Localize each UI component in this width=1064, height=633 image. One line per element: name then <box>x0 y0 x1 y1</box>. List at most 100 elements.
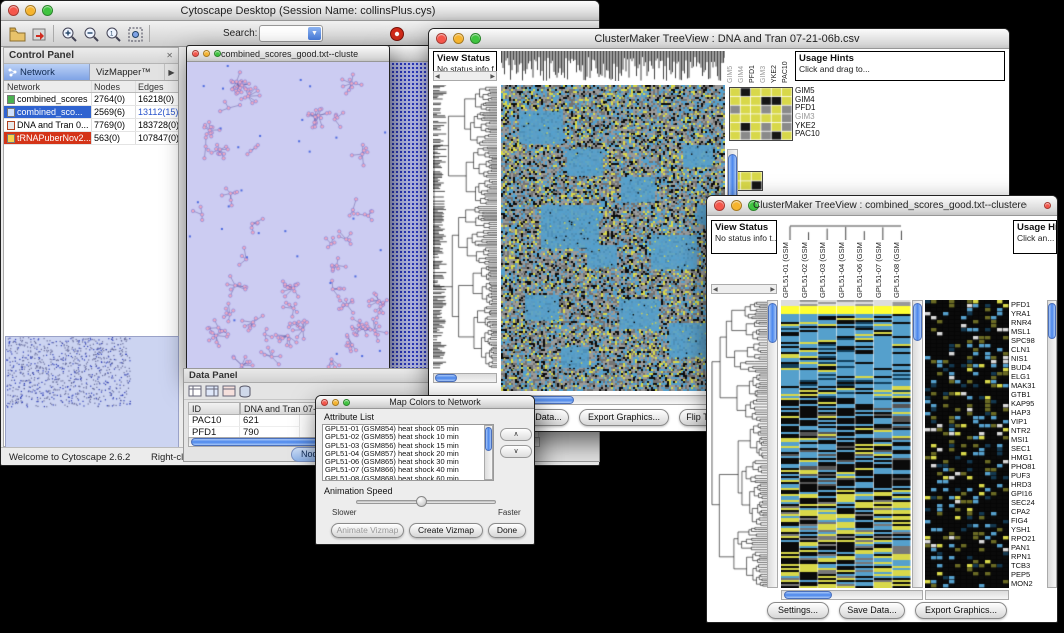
id-column-header[interactable]: ID <box>188 402 240 415</box>
annotation-icon[interactable] <box>387 24 407 44</box>
gene-label[interactable]: RPO21 <box>1011 534 1045 543</box>
gene-label[interactable]: YSH1 <box>1011 525 1045 534</box>
column-dendrogram[interactable] <box>781 220 911 240</box>
treeview1-titlebar[interactable]: ClusterMaker TreeView : DNA and Tran 07-… <box>429 29 1009 49</box>
minimize-button[interactable] <box>731 200 742 211</box>
close-button[interactable] <box>321 399 328 406</box>
export-graphics-button[interactable]: Export Graphics... <box>579 409 669 426</box>
gene-label[interactable]: BUD4 <box>1011 363 1045 372</box>
column-dendrogram[interactable] <box>501 51 725 81</box>
done-button[interactable]: Done <box>488 523 526 538</box>
attribute-db-icon[interactable] <box>239 385 251 398</box>
gene-label[interactable]: MSL1 <box>1011 327 1045 336</box>
network-row[interactable]: combined_sco... 2569(6) 13112(15) <box>4 106 178 119</box>
scroll-left-icon[interactable]: ◀ <box>713 286 718 293</box>
combo-arrow-icon[interactable]: ▼ <box>308 27 321 40</box>
scroll-thumb[interactable] <box>913 303 922 341</box>
gene-label[interactable]: PHO81 <box>1011 462 1045 471</box>
heatmap-vscrollbar[interactable] <box>912 300 923 588</box>
view-status-scrollbar[interactable]: ◀ ▶ <box>433 71 497 81</box>
gene-label[interactable]: PAN1 <box>1011 543 1045 552</box>
gene-label[interactable]: PAC10 <box>795 130 835 139</box>
gene-label[interactable]: GTB1 <box>1011 390 1045 399</box>
scroll-thumb[interactable] <box>435 374 457 382</box>
scroll-right-icon[interactable]: ▶ <box>490 73 495 80</box>
gene-label[interactable]: FIG4 <box>1011 516 1045 525</box>
close-icon[interactable]: ✕ <box>166 51 173 60</box>
scroll-thumb[interactable] <box>1048 303 1056 339</box>
gene-label[interactable]: MSI1 <box>1011 435 1045 444</box>
tab-vizmapper[interactable]: VizMapper™ <box>90 64 164 80</box>
minimize-button[interactable] <box>332 399 339 406</box>
view-status-scrollbar[interactable]: ◀ ▶ <box>711 284 777 294</box>
settings-button[interactable]: Settings... <box>767 602 829 619</box>
zoom-heatmap[interactable] <box>729 87 793 141</box>
open-folder-icon[interactable] <box>7 24 27 44</box>
gene-label[interactable]: SEC1 <box>1011 444 1045 453</box>
gene-label[interactable]: CLN1 <box>1011 345 1045 354</box>
scroll-thumb[interactable] <box>768 303 777 343</box>
main-heatmap[interactable] <box>501 85 725 391</box>
export-graphics-button[interactable]: Export Graphics... <box>915 602 1007 619</box>
heatmap-hscrollbar[interactable] <box>781 590 923 600</box>
attribute-select-icon[interactable] <box>188 385 202 397</box>
gene-dendrogram[interactable] <box>711 300 767 588</box>
network-row[interactable]: DNA and Tran 0... 7769(0) 183728(0) <box>4 119 178 132</box>
gene-label[interactable]: HMG1 <box>1011 453 1045 462</box>
main-titlebar[interactable]: Cytoscape Desktop (Session Name: collins… <box>1 1 599 21</box>
close-button[interactable] <box>714 200 725 211</box>
gene-label[interactable]: MON2 <box>1011 579 1045 588</box>
list-vscrollbar[interactable] <box>484 425 493 480</box>
animate-vizmap-button[interactable]: Animate Vizmap <box>331 523 404 538</box>
zoom-actual-icon[interactable]: 1 <box>103 24 123 44</box>
attribute-create-icon[interactable] <box>205 385 219 397</box>
search-input[interactable]: ▼ <box>259 25 323 42</box>
dendrogram-hscrollbar[interactable] <box>433 373 497 383</box>
gene-label[interactable]: NTR2 <box>1011 426 1045 435</box>
header-nodes[interactable]: Nodes <box>92 81 136 92</box>
gene-label[interactable]: SEC24 <box>1011 498 1045 507</box>
genelist-vscrollbar[interactable] <box>1047 300 1057 588</box>
scroll-thumb[interactable] <box>784 591 832 599</box>
move-up-button[interactable]: ∧ <box>500 428 532 441</box>
header-network[interactable]: Network <box>4 81 92 92</box>
main-heatmap[interactable] <box>781 300 911 588</box>
close-button[interactable] <box>192 50 199 57</box>
gene-label[interactable]: HAP3 <box>1011 408 1045 417</box>
zoom-in-icon[interactable] <box>59 24 79 44</box>
treeview2-titlebar[interactable]: ClusterMaker TreeView : combined_scores_… <box>707 196 1057 216</box>
gene-label[interactable]: RNR4 <box>1011 318 1045 327</box>
tab-network[interactable]: Network <box>4 64 90 80</box>
gene-label[interactable]: CPA2 <box>1011 507 1045 516</box>
scroll-thumb[interactable] <box>485 427 492 451</box>
gene-label[interactable]: HRD3 <box>1011 480 1045 489</box>
gene-label[interactable]: RPN1 <box>1011 552 1045 561</box>
speed-slider-thumb[interactable] <box>416 496 427 507</box>
gene-label[interactable]: VIP1 <box>1011 417 1045 426</box>
gene-label[interactable]: SPC98 <box>1011 336 1045 345</box>
gene-label[interactable]: NIS1 <box>1011 354 1045 363</box>
move-down-button[interactable]: ∨ <box>500 445 532 458</box>
attribute-delete-icon[interactable] <box>222 385 236 397</box>
network-row[interactable]: combined_scores 2764(0) 16218(0) <box>4 93 178 106</box>
gene-label[interactable]: PUF3 <box>1011 471 1045 480</box>
gene-dendrogram[interactable] <box>433 85 497 369</box>
close-button[interactable] <box>436 33 447 44</box>
zoom-heatmap[interactable] <box>925 300 1009 588</box>
export-icon[interactable] <box>29 24 49 44</box>
tab-overflow-icon[interactable]: ▶ <box>164 64 178 80</box>
minimize-button[interactable] <box>25 5 36 16</box>
scroll-right-icon[interactable]: ▶ <box>770 286 775 293</box>
zoom-out-icon[interactable] <box>81 24 101 44</box>
zoom-hscrollbar[interactable] <box>925 590 1009 600</box>
gene-label[interactable]: ELG1 <box>1011 372 1045 381</box>
gene-label[interactable]: KAP95 <box>1011 399 1045 408</box>
zoom-fit-icon[interactable] <box>125 24 145 44</box>
create-vizmap-button[interactable]: Create Vizmap <box>409 523 483 538</box>
network-canvas[interactable] <box>187 62 389 374</box>
network-view-titlebar[interactable]: combined_scores_good.txt--cluste... <box>187 46 389 62</box>
dendrogram-vscrollbar[interactable] <box>767 300 778 588</box>
gene-label[interactable]: MAK31 <box>1011 381 1045 390</box>
zoom-button[interactable] <box>214 50 221 57</box>
minimize-button[interactable] <box>453 33 464 44</box>
